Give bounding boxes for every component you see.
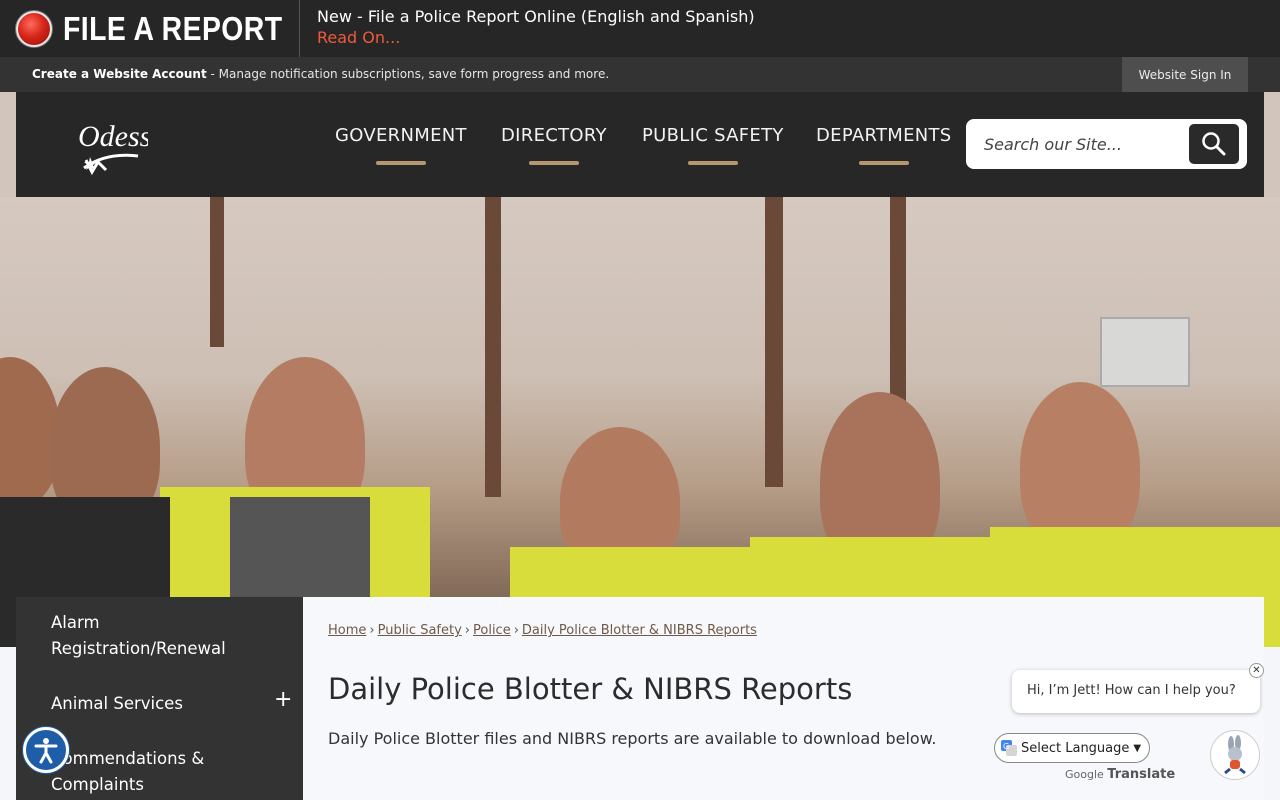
nav-government[interactable]: GOVERNMENT	[335, 125, 467, 165]
utility-pole	[210, 197, 224, 347]
search-button[interactable]	[1189, 124, 1239, 164]
nav-departments[interactable]: DEPARTMENTS	[816, 125, 952, 165]
nav-label: DEPARTMENTS	[816, 125, 952, 146]
powered-by-google-translate: Google Translate	[1065, 767, 1175, 782]
accessibility-button[interactable]	[23, 727, 69, 773]
nav-label: PUBLIC SAFETY	[642, 125, 784, 146]
google-translate-icon: G	[1001, 740, 1017, 756]
alert-headline: New - File a Police Report Online (Engli…	[317, 7, 755, 26]
utility-pole	[765, 197, 783, 487]
sidebar-nav: Alarm Registration/Renewal Animal Servic…	[16, 597, 303, 800]
hero-image	[0, 197, 1280, 647]
nav-directory[interactable]: DIRECTORY	[501, 125, 607, 165]
page-description: Daily Police Blotter files and NIBRS rep…	[328, 729, 937, 748]
search-icon	[1202, 132, 1226, 156]
sidebar-item-alarm-registration[interactable]: Alarm Registration/Renewal	[51, 610, 226, 662]
site-header: Odessa GOVERNMENT DIRECTORY PUBLIC SAFET…	[16, 92, 1264, 197]
nav-public-safety[interactable]: PUBLIC SAFETY	[642, 125, 784, 165]
equipment-box	[1100, 317, 1190, 387]
chevron-down-icon: ▼	[1133, 742, 1142, 754]
select-language-label: Select Language	[1021, 740, 1130, 756]
nav-label: DIRECTORY	[501, 125, 607, 146]
alert-content: New - File a Police Report Online (Engli…	[300, 0, 755, 57]
website-sign-in-button[interactable]: Website Sign In	[1122, 57, 1248, 92]
alert-dot-icon	[16, 10, 52, 47]
account-bar: Create a Website Account - Manage notifi…	[0, 57, 1280, 92]
nav-underline	[375, 161, 426, 165]
create-account-link[interactable]: Create a Website Account	[32, 67, 207, 81]
odessa-logo[interactable]: Odessa	[76, 112, 166, 182]
translate-link[interactable]: Translate	[1107, 767, 1175, 782]
chat-avatar-button[interactable]	[1210, 730, 1260, 780]
expand-plus-icon[interactable]: +	[274, 687, 292, 712]
chat-greeting-bubble[interactable]: Hi, I’m Jett! How can I help you?	[1012, 670, 1260, 713]
breadcrumb-police[interactable]: Police	[473, 623, 511, 638]
chat-close-icon[interactable]: ✕	[1249, 663, 1264, 678]
sidebar-item-animal-services[interactable]: Animal Services	[51, 691, 183, 717]
account-description: - Manage notification subscriptions, sav…	[206, 67, 610, 81]
nav-underline	[858, 161, 909, 165]
svg-text:G: G	[1003, 742, 1009, 751]
nav-underline	[687, 161, 738, 165]
accessibility-icon	[34, 738, 58, 764]
nav-label: GOVERNMENT	[335, 125, 467, 146]
nav-underline	[528, 161, 579, 165]
alert-read-on-link[interactable]: Read On...	[317, 27, 755, 49]
utility-pole	[485, 197, 501, 497]
alert-bar: FILE A REPORT New - File a Police Report…	[0, 0, 1280, 57]
breadcrumb-home[interactable]: Home	[328, 623, 366, 638]
select-language-dropdown[interactable]: G Select Language ▼	[994, 733, 1150, 763]
alert-title: FILE A REPORT	[63, 9, 283, 47]
sidebar-item-commendations[interactable]: Commendations & Complaints	[51, 746, 204, 798]
file-report-alert-button[interactable]: FILE A REPORT	[0, 0, 300, 57]
breadcrumb-public-safety[interactable]: Public Safety	[378, 623, 462, 638]
breadcrumb: Home › Public Safety › Police › Daily Police B…	[328, 623, 757, 638]
page-title: Daily Police Blotter & NIBRS Reports	[328, 672, 853, 706]
account-message: Create a Website Account - Manage notifi…	[32, 67, 609, 81]
search-box	[966, 119, 1247, 169]
logo-text: Odessa	[78, 120, 148, 153]
breadcrumb-current[interactable]: Daily Police Blotter & NIBRS Reports	[522, 623, 757, 638]
search-input[interactable]	[984, 119, 1184, 169]
google-label: Google	[1065, 768, 1104, 781]
rabbit-mascot-icon	[1224, 735, 1246, 775]
